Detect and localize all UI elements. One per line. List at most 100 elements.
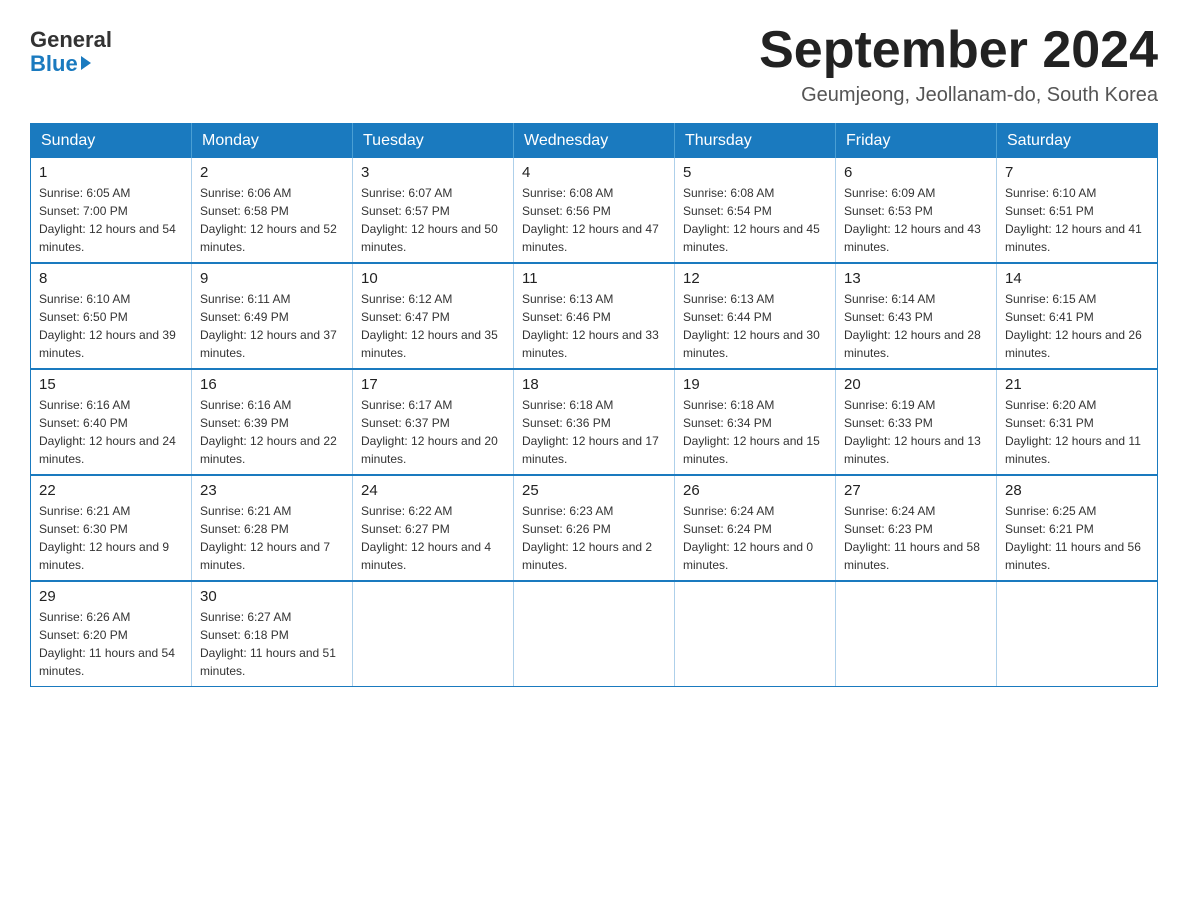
day-cell: 15 Sunrise: 6:16 AMSunset: 6:40 PMDaylig… [31, 369, 192, 475]
day-cell: 28 Sunrise: 6:25 AMSunset: 6:21 PMDaylig… [997, 475, 1158, 581]
day-info: Sunrise: 6:23 AMSunset: 6:26 PMDaylight:… [522, 504, 652, 572]
day-cell: 20 Sunrise: 6:19 AMSunset: 6:33 PMDaylig… [836, 369, 997, 475]
day-number: 4 [522, 164, 666, 181]
day-cell: 6 Sunrise: 6:09 AMSunset: 6:53 PMDayligh… [836, 158, 997, 263]
day-cell [675, 581, 836, 687]
day-cell: 7 Sunrise: 6:10 AMSunset: 6:51 PMDayligh… [997, 158, 1158, 263]
week-row-5: 29 Sunrise: 6:26 AMSunset: 6:20 PMDaylig… [31, 581, 1158, 687]
day-info: Sunrise: 6:22 AMSunset: 6:27 PMDaylight:… [361, 504, 491, 572]
day-info: Sunrise: 6:27 AMSunset: 6:18 PMDaylight:… [200, 610, 336, 678]
week-row-4: 22 Sunrise: 6:21 AMSunset: 6:30 PMDaylig… [31, 475, 1158, 581]
day-info: Sunrise: 6:21 AMSunset: 6:28 PMDaylight:… [200, 504, 330, 572]
day-number: 11 [522, 270, 666, 287]
day-info: Sunrise: 6:19 AMSunset: 6:33 PMDaylight:… [844, 398, 981, 466]
day-number: 15 [39, 376, 183, 393]
day-cell: 21 Sunrise: 6:20 AMSunset: 6:31 PMDaylig… [997, 369, 1158, 475]
day-number: 29 [39, 588, 183, 605]
day-number: 6 [844, 164, 988, 181]
day-info: Sunrise: 6:16 AMSunset: 6:39 PMDaylight:… [200, 398, 337, 466]
day-info: Sunrise: 6:21 AMSunset: 6:30 PMDaylight:… [39, 504, 169, 572]
day-cell: 23 Sunrise: 6:21 AMSunset: 6:28 PMDaylig… [192, 475, 353, 581]
header-row: SundayMondayTuesdayWednesdayThursdayFrid… [31, 124, 1158, 159]
week-row-2: 8 Sunrise: 6:10 AMSunset: 6:50 PMDayligh… [31, 263, 1158, 369]
calendar-body: 1 Sunrise: 6:05 AMSunset: 7:00 PMDayligh… [31, 158, 1158, 687]
day-info: Sunrise: 6:11 AMSunset: 6:49 PMDaylight:… [200, 292, 337, 360]
day-number: 19 [683, 376, 827, 393]
day-cell: 17 Sunrise: 6:17 AMSunset: 6:37 PMDaylig… [353, 369, 514, 475]
day-info: Sunrise: 6:05 AMSunset: 7:00 PMDaylight:… [39, 186, 176, 254]
day-cell: 3 Sunrise: 6:07 AMSunset: 6:57 PMDayligh… [353, 158, 514, 263]
day-info: Sunrise: 6:10 AMSunset: 6:50 PMDaylight:… [39, 292, 176, 360]
day-info: Sunrise: 6:08 AMSunset: 6:56 PMDaylight:… [522, 186, 659, 254]
day-cell: 29 Sunrise: 6:26 AMSunset: 6:20 PMDaylig… [31, 581, 192, 687]
day-info: Sunrise: 6:10 AMSunset: 6:51 PMDaylight:… [1005, 186, 1142, 254]
day-cell: 11 Sunrise: 6:13 AMSunset: 6:46 PMDaylig… [514, 263, 675, 369]
page-header: General Blue September 2024 Geumjeong, J… [30, 20, 1158, 107]
day-number: 14 [1005, 270, 1149, 287]
day-info: Sunrise: 6:08 AMSunset: 6:54 PMDaylight:… [683, 186, 820, 254]
header-sunday: Sunday [31, 124, 192, 159]
day-number: 9 [200, 270, 344, 287]
header-friday: Friday [836, 124, 997, 159]
day-cell: 12 Sunrise: 6:13 AMSunset: 6:44 PMDaylig… [675, 263, 836, 369]
day-number: 7 [1005, 164, 1149, 181]
day-number: 28 [1005, 482, 1149, 499]
header-tuesday: Tuesday [353, 124, 514, 159]
day-number: 30 [200, 588, 344, 605]
day-info: Sunrise: 6:06 AMSunset: 6:58 PMDaylight:… [200, 186, 337, 254]
day-info: Sunrise: 6:15 AMSunset: 6:41 PMDaylight:… [1005, 292, 1142, 360]
day-info: Sunrise: 6:17 AMSunset: 6:37 PMDaylight:… [361, 398, 498, 466]
week-row-1: 1 Sunrise: 6:05 AMSunset: 7:00 PMDayligh… [31, 158, 1158, 263]
day-cell: 9 Sunrise: 6:11 AMSunset: 6:49 PMDayligh… [192, 263, 353, 369]
calendar-table: SundayMondayTuesdayWednesdayThursdayFrid… [30, 123, 1158, 687]
day-number: 22 [39, 482, 183, 499]
day-cell: 10 Sunrise: 6:12 AMSunset: 6:47 PMDaylig… [353, 263, 514, 369]
day-number: 8 [39, 270, 183, 287]
day-cell: 2 Sunrise: 6:06 AMSunset: 6:58 PMDayligh… [192, 158, 353, 263]
day-number: 25 [522, 482, 666, 499]
day-cell [997, 581, 1158, 687]
day-number: 17 [361, 376, 505, 393]
header-thursday: Thursday [675, 124, 836, 159]
day-number: 3 [361, 164, 505, 181]
month-title: September 2024 [759, 20, 1158, 80]
day-info: Sunrise: 6:20 AMSunset: 6:31 PMDaylight:… [1005, 398, 1141, 466]
day-number: 5 [683, 164, 827, 181]
logo-blue-text: Blue [30, 52, 91, 76]
day-cell: 19 Sunrise: 6:18 AMSunset: 6:34 PMDaylig… [675, 369, 836, 475]
day-cell: 18 Sunrise: 6:18 AMSunset: 6:36 PMDaylig… [514, 369, 675, 475]
day-info: Sunrise: 6:26 AMSunset: 6:20 PMDaylight:… [39, 610, 175, 678]
day-number: 18 [522, 376, 666, 393]
day-cell: 30 Sunrise: 6:27 AMSunset: 6:18 PMDaylig… [192, 581, 353, 687]
day-number: 12 [683, 270, 827, 287]
day-cell [353, 581, 514, 687]
day-cell: 1 Sunrise: 6:05 AMSunset: 7:00 PMDayligh… [31, 158, 192, 263]
day-cell: 5 Sunrise: 6:08 AMSunset: 6:54 PMDayligh… [675, 158, 836, 263]
week-row-3: 15 Sunrise: 6:16 AMSunset: 6:40 PMDaylig… [31, 369, 1158, 475]
day-number: 21 [1005, 376, 1149, 393]
day-number: 2 [200, 164, 344, 181]
day-cell: 8 Sunrise: 6:10 AMSunset: 6:50 PMDayligh… [31, 263, 192, 369]
day-cell: 4 Sunrise: 6:08 AMSunset: 6:56 PMDayligh… [514, 158, 675, 263]
day-number: 16 [200, 376, 344, 393]
day-number: 20 [844, 376, 988, 393]
logo-general-text: General [30, 28, 112, 52]
day-number: 27 [844, 482, 988, 499]
day-cell [836, 581, 997, 687]
day-info: Sunrise: 6:18 AMSunset: 6:34 PMDaylight:… [683, 398, 820, 466]
day-cell: 26 Sunrise: 6:24 AMSunset: 6:24 PMDaylig… [675, 475, 836, 581]
day-info: Sunrise: 6:18 AMSunset: 6:36 PMDaylight:… [522, 398, 659, 466]
location-subtitle: Geumjeong, Jeollanam-do, South Korea [759, 84, 1158, 107]
calendar-header: SundayMondayTuesdayWednesdayThursdayFrid… [31, 124, 1158, 159]
day-info: Sunrise: 6:07 AMSunset: 6:57 PMDaylight:… [361, 186, 498, 254]
day-number: 10 [361, 270, 505, 287]
day-info: Sunrise: 6:13 AMSunset: 6:46 PMDaylight:… [522, 292, 659, 360]
day-info: Sunrise: 6:24 AMSunset: 6:24 PMDaylight:… [683, 504, 813, 572]
day-info: Sunrise: 6:16 AMSunset: 6:40 PMDaylight:… [39, 398, 176, 466]
day-cell: 22 Sunrise: 6:21 AMSunset: 6:30 PMDaylig… [31, 475, 192, 581]
header-wednesday: Wednesday [514, 124, 675, 159]
day-number: 24 [361, 482, 505, 499]
day-number: 1 [39, 164, 183, 181]
day-cell: 27 Sunrise: 6:24 AMSunset: 6:23 PMDaylig… [836, 475, 997, 581]
day-cell: 16 Sunrise: 6:16 AMSunset: 6:39 PMDaylig… [192, 369, 353, 475]
